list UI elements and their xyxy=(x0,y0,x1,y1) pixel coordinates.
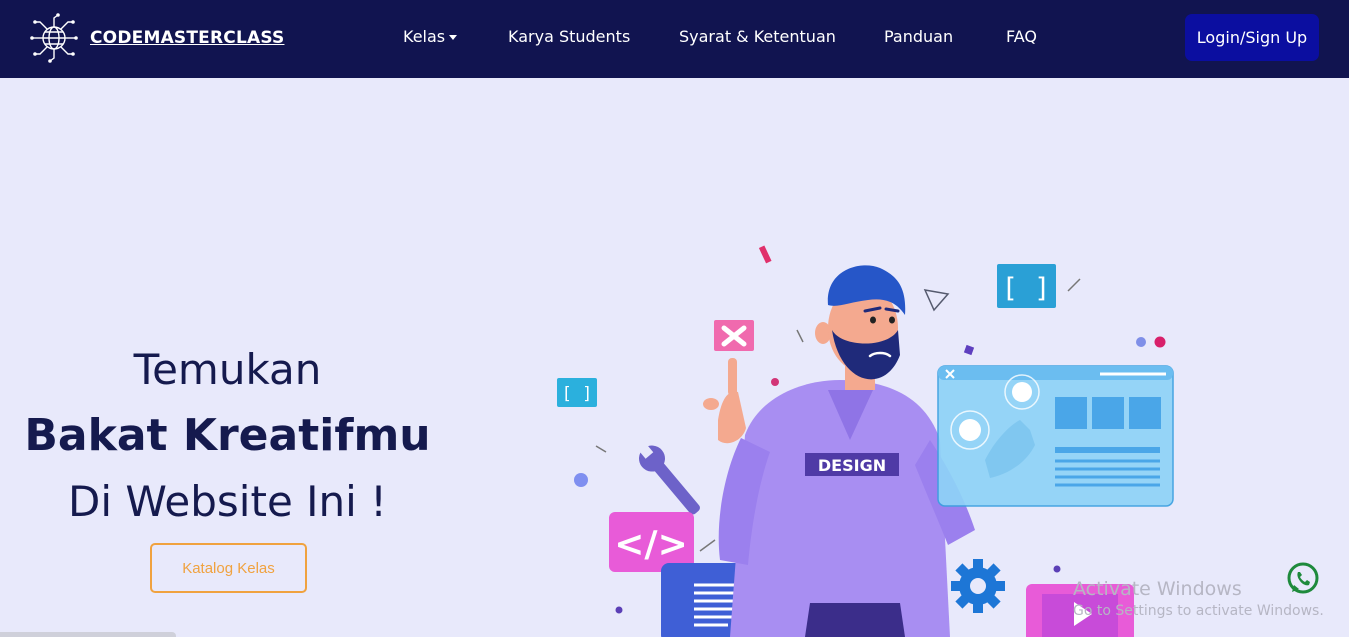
hero-heading-line1: Temukan xyxy=(133,345,322,394)
nav-panduan[interactable]: Panduan xyxy=(884,27,953,46)
logo-icon xyxy=(30,13,78,63)
whatsapp-icon[interactable] xyxy=(1286,562,1320,596)
activate-windows-title: Activate Windows xyxy=(1073,578,1242,600)
hero-heading-line3: Di Website Ini ! xyxy=(68,477,387,526)
svg-text:[ ]: [ ] xyxy=(1002,273,1051,304)
navbar: CODEMASTERCLASS Kelas Karya Students Sya… xyxy=(0,0,1349,78)
activate-windows-subtitle: Go to Settings to activate Windows. xyxy=(1073,603,1324,619)
horizontal-scrollbar[interactable] xyxy=(0,632,176,637)
hero-heading-line2: Bakat Kreatifmu xyxy=(24,410,431,461)
nav-kelas-label: Kelas xyxy=(403,27,446,46)
svg-text:[ ]: [ ] xyxy=(562,384,593,404)
katalog-kelas-button[interactable]: Katalog Kelas xyxy=(150,543,307,593)
nav-karya-students[interactable]: Karya Students xyxy=(508,27,630,46)
hero-illustration: [ ] [ ] </> DESIGN xyxy=(557,245,1174,637)
shirt-text: DESIGN xyxy=(818,456,886,475)
nav-syarat-ketentuan[interactable]: Syarat & Ketentuan xyxy=(679,27,836,46)
brand-link[interactable]: CODEMASTERCLASS xyxy=(28,12,284,64)
svg-text:</>: </> xyxy=(614,524,687,565)
nav-kelas-dropdown[interactable]: Kelas xyxy=(403,27,458,46)
brand-name: CODEMASTERCLASS xyxy=(90,28,285,48)
nav-faq[interactable]: FAQ xyxy=(1006,27,1037,46)
caret-down-icon xyxy=(449,35,458,40)
login-signup-button[interactable]: Login/Sign Up xyxy=(1185,14,1319,61)
